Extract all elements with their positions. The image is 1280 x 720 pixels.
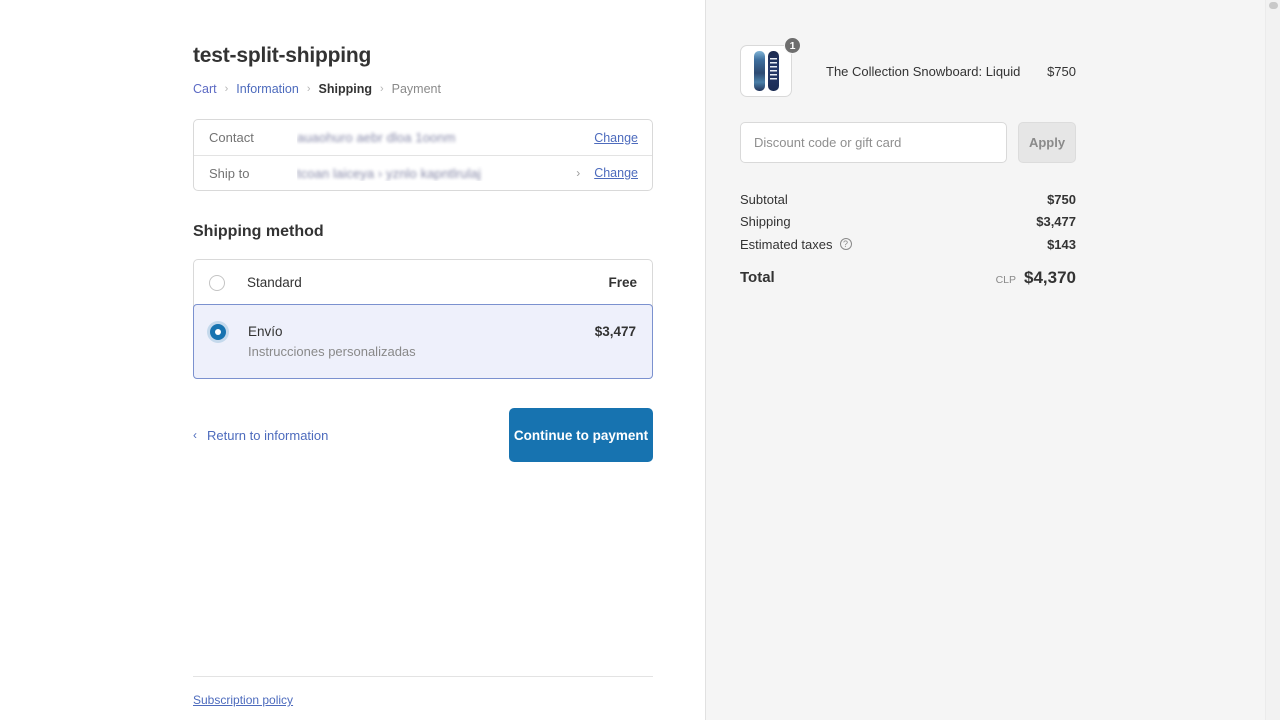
continue-to-payment-button[interactable]: Continue to payment [509,408,653,462]
ship-to-value: tcoan laiceya › yznlo kapntlrulaj [297,166,481,181]
breadcrumb-item-information[interactable]: Information [236,81,299,97]
currency-code: CLP [996,274,1016,286]
radio-standard[interactable] [209,275,225,291]
radio-envio[interactable] [210,324,226,340]
order-summary-column: 1 The Collection Snowboard: Liquid $750 … [706,0,1280,720]
ship-to-value-wrapper: tcoan laiceya › yznlo kapntlrulaj [297,166,570,181]
checkout-page: test-split-shipping Cart › Information ›… [0,0,1280,720]
breadcrumb: Cart › Information › Shipping › Payment [193,81,653,97]
snowboard-product-image [740,45,792,97]
estimated-taxes-value: $143 [1047,237,1076,252]
line-item-quantity-badge: 1 [784,37,801,54]
shipping-total-label: Shipping [740,214,791,229]
contact-value: auaohuro aebr dloa 1oonm [297,130,456,145]
total-row-estimated-taxes: Estimated taxes ? $143 [740,233,1076,256]
breadcrumb-separator-icon: › [307,81,311,97]
shipping-option-price: $3,477 [595,323,636,340]
total-row-subtotal: Subtotal $750 [740,188,1076,211]
total-row-grand-total: Total CLP $4,370 [740,265,1076,291]
shipping-method-list: Standard Free Envío Instrucciones person… [193,259,653,379]
page-scrollbar-thumb[interactable] [1269,2,1278,9]
order-review-block: Contact auaohuro aebr dloa 1oonm Change … [193,119,653,191]
line-item-price: $750 [1047,64,1076,79]
subscription-policy-link[interactable]: Subscription policy [193,693,293,707]
checkout-footer: Subscription policy [193,676,653,707]
shipping-option-name: Envío [248,323,583,340]
chevron-left-icon: ‹ [193,429,197,442]
line-item-name: The Collection Snowboard: Liquid [826,63,1047,80]
subtotal-label: Subtotal [740,192,788,207]
breadcrumb-item-shipping: Shipping [319,81,372,97]
shipping-option-text: Envío Instrucciones personalizadas [248,323,595,360]
review-row-ship-to: Ship to tcoan laiceya › yznlo kapntlrula… [194,155,652,190]
snowboard-graphic-left [754,51,765,91]
contact-label: Contact [209,130,297,145]
change-ship-to-link[interactable]: Change [594,166,638,180]
page-title: test-split-shipping [193,42,653,70]
breadcrumb-item-cart[interactable]: Cart [193,81,217,97]
review-row-contact: Contact auaohuro aebr dloa 1oonm Change [194,120,652,155]
contact-value-wrapper: auaohuro aebr dloa 1oonm [297,130,594,145]
shipping-option-description: Instrucciones personalizadas [248,343,583,360]
shipping-option-text: Standard [247,274,608,291]
grand-total-amount-wrapper: CLP $4,370 [996,268,1076,288]
line-item: 1 The Collection Snowboard: Liquid $750 [740,45,1076,97]
info-icon[interactable]: ? [840,238,852,250]
shipping-option-price: Free [608,274,637,291]
return-to-information-link[interactable]: ‹ Return to information [193,428,328,443]
order-totals: Subtotal $750 Shipping $3,477 Estimated … [740,188,1076,291]
breadcrumb-item-payment: Payment [392,81,441,97]
total-row-shipping: Shipping $3,477 [740,211,1076,234]
checkout-main-content: test-split-shipping Cart › Information ›… [193,0,653,462]
line-item-thumbnail-wrapper: 1 [740,45,792,97]
shipping-option-name: Standard [247,274,596,291]
shipping-total-value: $3,477 [1036,214,1076,229]
shipping-option-envio[interactable]: Envío Instrucciones personalizadas $3,47… [193,304,653,379]
ship-to-label: Ship to [209,166,297,181]
discount-code-input[interactable] [740,122,1007,163]
breadcrumb-separator-icon: › [225,81,229,97]
grand-total-label: Total [740,269,775,286]
return-to-information-label: Return to information [207,428,328,443]
change-contact-link[interactable]: Change [594,131,638,145]
estimated-taxes-label: Estimated taxes [740,237,833,252]
subtotal-value: $750 [1047,192,1076,207]
checkout-main-column: test-split-shipping Cart › Information ›… [0,0,706,720]
breadcrumb-separator-icon: › [380,81,384,97]
snowboard-graphic-right [768,51,779,91]
discount-row: Apply [740,122,1076,163]
shipping-method-title: Shipping method [193,221,653,243]
checkout-actions: ‹ Return to information Continue to paym… [193,408,653,462]
chevron-right-icon: › [570,166,586,180]
page-scrollbar[interactable] [1265,0,1280,720]
grand-total-amount: $4,370 [1024,268,1076,288]
shipping-option-standard[interactable]: Standard Free [194,260,652,305]
apply-discount-button[interactable]: Apply [1018,122,1076,163]
order-summary-content: 1 The Collection Snowboard: Liquid $750 … [740,0,1076,291]
